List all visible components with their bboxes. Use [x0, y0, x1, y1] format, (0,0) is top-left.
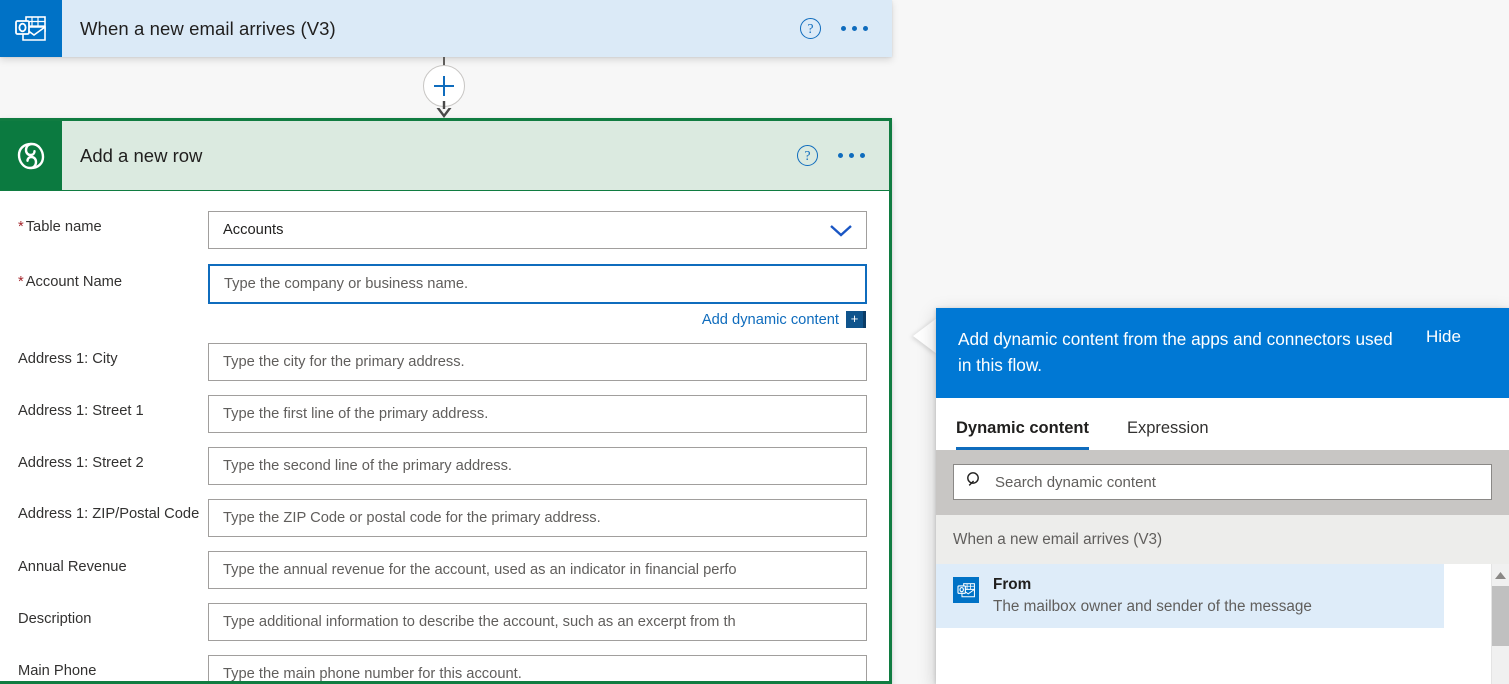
dynamic-content-flyout: Add dynamic content from the apps and co… — [936, 308, 1509, 684]
action-card-add-a-new-row[interactable]: Add a new row ? *Table name Accounts — [0, 118, 892, 684]
field-label-annual-revenue: Annual Revenue — [18, 551, 208, 577]
flyout-header: Add dynamic content from the apps and co… — [936, 308, 1509, 398]
field-label-description: Description — [18, 603, 208, 629]
dynamic-content-item-from[interactable]: From The mailbox owner and sender of the… — [936, 564, 1444, 628]
address-1-street-2-placeholder: Type the second line of the primary addr… — [223, 458, 512, 474]
more-options-icon[interactable] — [836, 147, 867, 164]
main-phone-placeholder: Type the main phone number for this acco… — [223, 666, 522, 682]
trigger-card-title: When a new email arrives (V3) — [62, 0, 800, 57]
annual-revenue-input[interactable]: Type the annual revenue for the account,… — [208, 551, 867, 589]
table-name-value: Accounts — [223, 222, 283, 238]
dataverse-icon — [0, 121, 62, 190]
search-dynamic-content-input[interactable]: Search dynamic content — [953, 464, 1492, 500]
address-1-street-1-input[interactable]: Type the first line of the primary addre… — [208, 395, 867, 433]
form-row-account-name: *Account Name Type the company or busine… — [0, 249, 889, 328]
form-row-description: Description Type additional information … — [0, 589, 889, 641]
scroll-up-arrow-icon[interactable] — [1492, 564, 1509, 586]
action-card-title: Add a new row — [62, 121, 797, 190]
address-1-street-1-placeholder: Type the first line of the primary addre… — [223, 406, 488, 422]
field-label-address-1-street-1: Address 1: Street 1 — [18, 395, 208, 421]
flyout-header-text: Add dynamic content from the apps and co… — [958, 326, 1410, 378]
search-icon — [966, 471, 983, 493]
more-options-icon[interactable] — [839, 20, 870, 37]
scrollbar-thumb[interactable] — [1492, 586, 1509, 646]
tab-expression[interactable]: Expression — [1127, 419, 1209, 450]
form-row-address-1-street-1: Address 1: Street 1 Type the first line … — [0, 381, 889, 433]
table-name-dropdown[interactable]: Accounts — [208, 211, 867, 249]
account-name-input[interactable]: Type the company or business name. — [208, 264, 867, 304]
address-1-zip-postal-code-input[interactable]: Type the ZIP Code or postal code for the… — [208, 499, 867, 537]
field-label-address-1-zip-postal-code: Address 1: ZIP/Postal Code — [18, 499, 208, 524]
description-input[interactable]: Type additional information to describe … — [208, 603, 867, 641]
trigger-card-actions: ? — [800, 0, 892, 57]
outlook-icon — [0, 0, 62, 57]
account-name-placeholder: Type the company or business name. — [224, 276, 468, 292]
form-row-address-1-city: Address 1: City Type the city for the pr… — [0, 328, 889, 381]
field-label-address-1-city: Address 1: City — [18, 343, 208, 369]
tab-dynamic-content[interactable]: Dynamic content — [956, 419, 1089, 450]
help-icon[interactable]: ? — [797, 145, 818, 166]
description-placeholder: Type additional information to describe … — [223, 614, 736, 630]
action-parameters-form: *Table name Accounts *Account Name Type … — [0, 191, 889, 684]
arrow-down-icon — [435, 101, 453, 119]
field-label-table-name: *Table name — [18, 211, 208, 237]
main-phone-input[interactable]: Type the main phone number for this acco… — [208, 655, 867, 684]
flyout-search-area: Search dynamic content — [936, 450, 1509, 515]
annual-revenue-placeholder: Type the annual revenue for the account,… — [223, 562, 737, 578]
insert-new-step-connector — [411, 57, 477, 119]
address-1-street-2-input[interactable]: Type the second line of the primary addr… — [208, 447, 867, 485]
dynamic-content-item-title: From — [993, 574, 1312, 595]
address-1-city-placeholder: Type the city for the primary address. — [223, 354, 465, 370]
field-label-main-phone: Main Phone — [18, 655, 208, 681]
form-row-annual-revenue: Annual Revenue Type the annual revenue f… — [0, 537, 889, 589]
address-1-zip-postal-code-placeholder: Type the ZIP Code or postal code for the… — [223, 510, 601, 526]
hide-button[interactable]: Hide — [1426, 326, 1461, 347]
dynamic-content-item-description: The mailbox owner and sender of the mess… — [993, 595, 1312, 618]
search-placeholder: Search dynamic content — [995, 474, 1156, 491]
form-row-address-1-zip-postal-code: Address 1: ZIP/Postal Code Type the ZIP … — [0, 485, 889, 537]
field-label-account-name: *Account Name — [18, 264, 208, 292]
flyout-tabs: Dynamic content Expression — [936, 398, 1509, 450]
flyout-scrollbar[interactable] — [1491, 564, 1509, 684]
action-card-actions: ? — [797, 121, 889, 190]
chevron-down-icon[interactable] — [828, 223, 854, 238]
field-label-address-1-street-2: Address 1: Street 2 — [18, 447, 208, 473]
action-card-header[interactable]: Add a new row ? — [0, 121, 889, 191]
flyout-pointer — [913, 318, 937, 354]
form-row-main-phone: Main Phone Type the main phone number fo… — [0, 641, 889, 684]
dynamic-content-group-header: When a new email arrives (V3) — [936, 515, 1509, 564]
add-dynamic-content-row: Add dynamic content + — [208, 304, 867, 328]
form-row-table-name: *Table name Accounts — [0, 191, 889, 249]
dynamic-content-list: From The mailbox owner and sender of the… — [936, 564, 1509, 628]
outlook-icon — [953, 577, 979, 603]
form-row-address-1-street-2: Address 1: Street 2 Type the second line… — [0, 433, 889, 485]
add-dynamic-content-badge[interactable]: + — [846, 311, 866, 328]
flow-designer-canvas: When a new email arrives (V3) ? — [0, 0, 1509, 684]
add-dynamic-content-link[interactable]: Add dynamic content — [702, 312, 839, 328]
trigger-card-when-a-new-email-arrives[interactable]: When a new email arrives (V3) ? — [0, 0, 892, 57]
help-icon[interactable]: ? — [800, 18, 821, 39]
address-1-city-input[interactable]: Type the city for the primary address. — [208, 343, 867, 381]
